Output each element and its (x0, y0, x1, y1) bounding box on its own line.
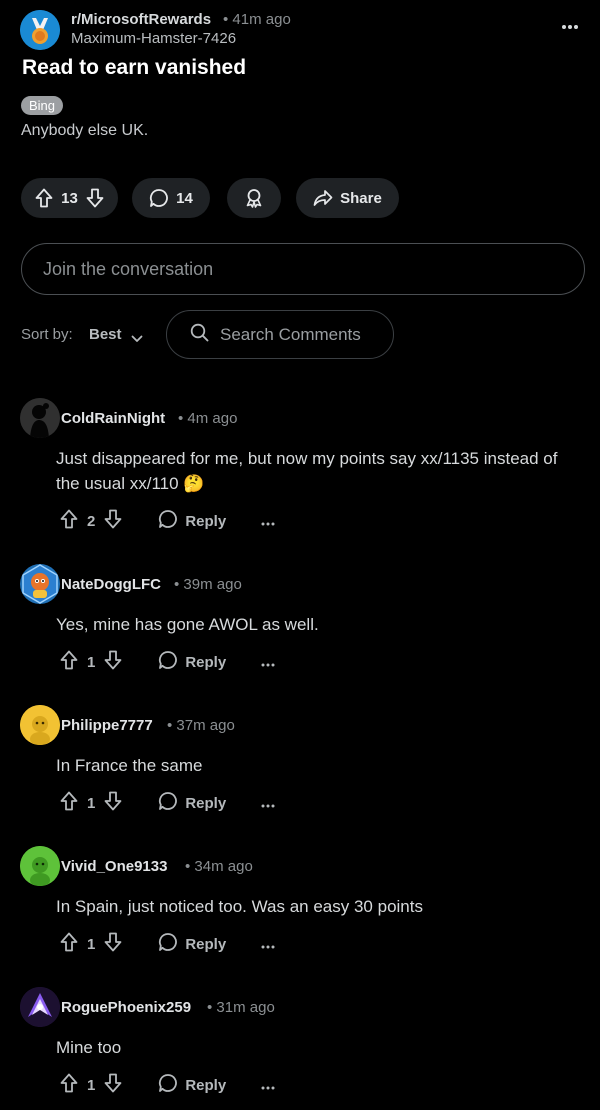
comment-time: • 34m ago (185, 858, 253, 875)
comment-time: • 37m ago (167, 717, 235, 734)
comment-username[interactable]: Vivid_One9133 (61, 858, 167, 875)
award-button[interactable] (227, 178, 281, 218)
post-flair[interactable]: Bing (21, 96, 64, 115)
comment-actions: 1 Reply (60, 932, 275, 956)
speech-bubble-icon (149, 188, 169, 208)
post-body: Anybody else UK. (21, 122, 149, 139)
comment-username[interactable]: NateDoggLFC (61, 576, 161, 593)
speech-bubble-icon (158, 791, 178, 815)
search-comments-input[interactable]: Search Comments (166, 310, 394, 359)
reply-label: Reply (185, 794, 227, 812)
comment-count: 14 (176, 189, 193, 207)
speech-bubble-icon (158, 509, 178, 533)
comment-score: 1 (87, 935, 96, 953)
reply-label: Reply (185, 935, 227, 953)
avatar[interactable] (20, 846, 60, 886)
comment-text: Mine too (56, 1038, 122, 1057)
post-time: • 41m ago (223, 11, 291, 28)
comment-actions: 1 Reply (60, 1073, 275, 1097)
comment-username[interactable]: Philippe7777 (61, 717, 153, 734)
comments-button[interactable]: 14 (132, 178, 210, 218)
comment-actions: 1 Reply (60, 650, 275, 674)
downvote-icon[interactable] (104, 932, 122, 956)
speech-bubble-icon (158, 650, 178, 674)
comment-actions: 1 Reply (60, 791, 275, 815)
upvote-icon[interactable] (60, 509, 78, 533)
downvote-icon[interactable] (104, 1073, 122, 1097)
ellipsis-icon[interactable] (261, 654, 275, 670)
reply-button[interactable]: Reply (158, 932, 226, 956)
join-conversation-input[interactable]: Join the conversation (21, 243, 585, 295)
downvote-icon[interactable] (104, 791, 122, 815)
upvote-icon[interactable] (35, 188, 53, 208)
comment-time: • 39m ago (174, 576, 242, 593)
post-title[interactable]: Read to earn vanished (22, 56, 246, 80)
sort-label: Sort by: (21, 326, 73, 343)
downvote-icon[interactable] (104, 509, 122, 533)
share-button[interactable]: Share (296, 178, 399, 218)
award-icon (244, 188, 264, 208)
post-author[interactable]: Maximum-Hamster-7426 (71, 30, 236, 47)
reply-button[interactable]: Reply (158, 650, 226, 674)
search-placeholder: Search Comments (220, 324, 361, 344)
comment-username[interactable]: RoguePhoenix259 (61, 999, 191, 1016)
upvote-icon[interactable] (60, 1073, 78, 1097)
post-score: 13 (61, 189, 78, 207)
share-label: Share (340, 189, 382, 207)
comment-username[interactable]: ColdRainNight (61, 410, 165, 427)
upvote-icon[interactable] (60, 932, 78, 956)
subreddit-avatar[interactable] (20, 10, 60, 50)
comment-score: 1 (87, 653, 96, 671)
post-vote-control: 13 (21, 178, 118, 218)
comment-time: • 31m ago (207, 999, 275, 1016)
chevron-down-icon[interactable] (131, 330, 143, 348)
reply-label: Reply (185, 653, 227, 671)
share-arrow-icon (313, 189, 333, 207)
avatar[interactable] (20, 564, 60, 604)
reply-button[interactable]: Reply (158, 1073, 226, 1097)
comment-score: 2 (87, 512, 96, 530)
speech-bubble-icon (158, 1073, 178, 1097)
avatar[interactable] (20, 705, 60, 745)
comment-actions: 2 Reply (60, 509, 275, 533)
post-more-options-icon[interactable] (560, 18, 580, 29)
ellipsis-icon[interactable] (261, 1077, 275, 1093)
comment-text: Yes, mine has gone AWOL as well. (56, 615, 319, 634)
sort-dropdown[interactable]: Best (89, 326, 122, 343)
comment-time: • 4m ago (178, 410, 238, 427)
comment-text: Just disappeared for me, but now my poin… (56, 449, 558, 493)
ellipsis-icon[interactable] (261, 795, 275, 811)
comment-score: 1 (87, 794, 96, 812)
speech-bubble-icon (158, 932, 178, 956)
reply-button[interactable]: Reply (158, 791, 226, 815)
ellipsis-icon[interactable] (261, 513, 275, 529)
reply-button[interactable]: Reply (158, 509, 226, 533)
comment-text: In Spain, just noticed too. Was an easy … (56, 897, 423, 916)
avatar[interactable] (20, 987, 60, 1027)
avatar[interactable] (20, 398, 60, 438)
ellipsis-icon[interactable] (261, 936, 275, 952)
comment-text: In France the same (56, 756, 203, 775)
upvote-icon[interactable] (60, 650, 78, 674)
comment-score: 1 (87, 1076, 96, 1094)
reply-label: Reply (185, 512, 227, 530)
upvote-icon[interactable] (60, 791, 78, 815)
reply-label: Reply (185, 1076, 227, 1094)
downvote-icon[interactable] (104, 650, 122, 674)
subreddit-name[interactable]: r/MicrosoftRewards (71, 11, 211, 28)
search-icon (190, 323, 209, 347)
downvote-icon[interactable] (86, 188, 104, 208)
